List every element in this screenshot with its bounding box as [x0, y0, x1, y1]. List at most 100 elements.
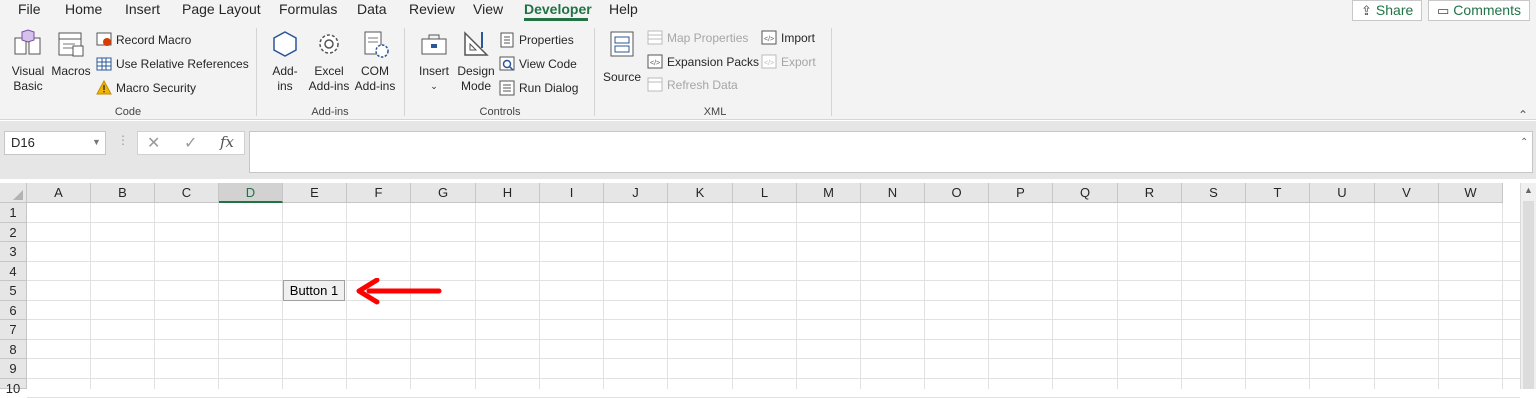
column-gridline [1438, 203, 1439, 389]
com-addins-label-2: Add-ins [354, 79, 396, 93]
column-gridline [988, 203, 989, 389]
group-divider [831, 28, 832, 116]
name-box[interactable]: D16 [4, 131, 106, 155]
row-header-5[interactable]: 5 [0, 281, 27, 301]
row-header-4[interactable]: 4 [0, 262, 27, 281]
share-label: Share [1375, 2, 1414, 18]
column-header-o[interactable]: O [925, 183, 989, 203]
column-gridline [90, 203, 91, 389]
tab-formulas[interactable]: Formulas [279, 1, 337, 17]
tab-view[interactable]: View [473, 1, 503, 17]
form-control-button[interactable]: Button 1 [283, 280, 345, 301]
addins-button[interactable]: Add- ins [265, 28, 305, 94]
insert-control-button[interactable]: Insert ⌄ [414, 28, 454, 94]
row-gridline [27, 339, 1520, 340]
row-gridline [27, 241, 1520, 242]
com-addins-label-1: COM [361, 64, 389, 78]
source-button[interactable]: Source [601, 28, 643, 85]
column-header-t[interactable]: T [1246, 183, 1310, 203]
toolbox-icon [421, 34, 447, 55]
column-gridline [796, 203, 797, 389]
collapse-ribbon-icon[interactable]: ⌃ [1518, 108, 1528, 122]
row-header-1[interactable]: 1 [0, 203, 27, 223]
expand-formula-bar-icon[interactable]: ⌃ [1520, 137, 1528, 148]
column-header-l[interactable]: L [733, 183, 797, 203]
column-header-i[interactable]: I [540, 183, 604, 203]
column-header-v[interactable]: V [1375, 183, 1439, 203]
cancel-icon[interactable]: ✕ [147, 133, 160, 153]
gear-icon [319, 34, 339, 54]
tab-file[interactable]: File [18, 1, 41, 17]
macros-button[interactable]: Macros [51, 28, 91, 79]
column-header-w[interactable]: W [1439, 183, 1503, 203]
name-box-dropdown-icon[interactable]: ▼ [92, 137, 101, 147]
column-gridline [667, 203, 668, 389]
column-gridline [539, 203, 540, 389]
column-gridline [603, 203, 604, 389]
column-header-j[interactable]: J [604, 183, 668, 203]
column-header-c[interactable]: C [155, 183, 219, 203]
comments-label: Comments [1453, 2, 1521, 18]
vertical-scrollbar[interactable]: ▲ [1520, 183, 1536, 389]
tab-home[interactable]: Home [65, 1, 102, 17]
tab-data[interactable]: Data [357, 1, 387, 17]
column-gridline [1309, 203, 1310, 389]
row-header-9[interactable]: 9 [0, 359, 27, 379]
formula-bar: D16 ▼ ⋮ ✕ ✓ fx ⌃ [0, 121, 1536, 179]
formula-bar-grip-icon[interactable]: ⋮ [117, 133, 129, 147]
row-header-10[interactable]: 10 [0, 379, 27, 396]
visual-basic-button[interactable]: Visual Basic [8, 28, 48, 94]
worksheet-grid[interactable]: ABCDEFGHIJKLMNOPQRSTUVW 1 2 3 4 5 6 7 8 9 10 Butt… [0, 183, 1520, 398]
tab-page-layout[interactable]: Page Layout [182, 1, 261, 17]
design-mode-button[interactable]: Design Mode [456, 28, 496, 94]
view-code-icon [499, 56, 515, 71]
column-header-m[interactable]: M [797, 183, 861, 203]
share-button[interactable]: ⇪ Share [1352, 0, 1423, 21]
column-header-q[interactable]: Q [1053, 183, 1118, 203]
column-header-r[interactable]: R [1118, 183, 1182, 203]
enter-icon[interactable]: ✓ [184, 133, 197, 153]
column-header-h[interactable]: H [476, 183, 540, 203]
excel-addins-label-1: Excel [314, 64, 344, 78]
column-header-p[interactable]: P [989, 183, 1053, 203]
com-addins-button[interactable]: COM Add-ins [353, 28, 397, 94]
row-gridline [27, 378, 1520, 379]
column-header-k[interactable]: K [668, 183, 733, 203]
scroll-up-icon[interactable]: ▲ [1524, 185, 1533, 195]
column-header-a[interactable]: A [27, 183, 91, 203]
row-header-7[interactable]: 7 [0, 320, 27, 340]
row-header-8[interactable]: 8 [0, 340, 27, 359]
run-dialog-icon [499, 80, 515, 96]
column-header-s[interactable]: S [1182, 183, 1246, 203]
tab-review[interactable]: Review [409, 1, 455, 17]
export-icon: </> [761, 54, 777, 69]
column-header-d[interactable]: D [219, 183, 283, 203]
excel-addins-button[interactable]: Excel Add-ins [307, 28, 351, 94]
row-header-2[interactable]: 2 [0, 223, 27, 242]
column-header-e[interactable]: E [283, 183, 347, 203]
export-label: Export [781, 55, 816, 69]
column-header-u[interactable]: U [1310, 183, 1375, 203]
row-header-6[interactable]: 6 [0, 301, 27, 320]
tab-developer[interactable]: Developer [524, 1, 592, 17]
tab-insert[interactable]: Insert [125, 1, 160, 17]
red-arrow-annotation [356, 278, 442, 305]
column-header-g[interactable]: G [411, 183, 476, 203]
column-header-b[interactable]: B [91, 183, 155, 203]
ribbon-tab-bar: File Home Insert Page Layout Formulas Da… [0, 0, 1536, 22]
column-gridline [1374, 203, 1375, 389]
visual-basic-label-2: Basic [13, 79, 43, 93]
comments-button[interactable]: ▭ Comments [1428, 0, 1530, 21]
scrollbar-thumb[interactable] [1523, 201, 1534, 389]
insert-function-icon[interactable]: fx [220, 133, 234, 151]
formula-input[interactable] [249, 131, 1533, 173]
tab-help[interactable]: Help [609, 1, 638, 17]
column-gridline [1245, 203, 1246, 389]
select-all-corner[interactable] [0, 183, 27, 203]
row-header-3[interactable]: 3 [0, 242, 27, 262]
column-header-n[interactable]: N [861, 183, 925, 203]
column-gridline [732, 203, 733, 389]
column-gridline [860, 203, 861, 389]
column-header-f[interactable]: F [347, 183, 411, 203]
expansion-packs-label: Expansion Packs [667, 55, 760, 69]
